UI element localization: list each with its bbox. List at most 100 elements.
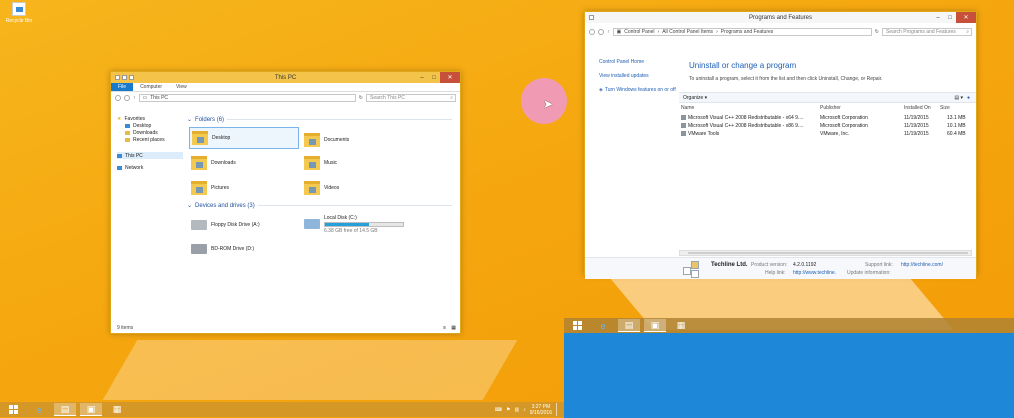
table-row[interactable]: Microsoft Visual C++ 2008 Redistributabl… [679,115,976,123]
up-arrow-icon[interactable]: ↑ [133,95,136,101]
details-support-label: Support link: [865,262,893,268]
flag-icon[interactable]: ⚑ [506,407,510,413]
explorer-window: This PC – □ ✕ File Computer View ↑ ▭ Thi… [110,71,461,334]
tab-file[interactable]: File [111,83,134,91]
folders-group-header[interactable]: ⌄ Folders (6) [187,116,452,123]
folder-item[interactable]: Downloads [191,152,236,174]
back-arrow-icon[interactable] [115,95,121,101]
drive-space-text: 6.38 GB free of 14.5 GB [324,227,378,234]
drive-item-floppy[interactable]: Floppy Disk Drive (A:) [191,214,260,236]
column-publisher[interactable]: Publisher [820,105,841,111]
control-panel-taskbar-icon[interactable]: ▣ [644,319,666,332]
programs-taskbar-icon[interactable]: ▦ [670,319,692,332]
maximize-button[interactable]: □ [428,72,440,83]
collapse-arrow-icon: ⌄ [187,117,193,123]
nav-desktop[interactable]: Desktop [117,122,183,129]
properties-icon[interactable] [122,75,127,80]
breadcrumb[interactable]: ▣ Control Panel › All Control Panel Items… [612,28,872,36]
folder-label: Music [324,160,338,166]
internet-explorer-icon[interactable]: e [28,403,50,416]
forward-arrow-icon[interactable] [598,29,604,35]
details-support-link[interactable]: http://techline.com/ [901,262,943,268]
close-button[interactable]: ✕ [440,72,460,83]
view-options-icon[interactable]: ▤ ▾ [954,95,963,101]
nav-favorites[interactable]: ★ Favorites [117,115,183,122]
drives-group-header[interactable]: ⌄ Devices and drives (3) [187,202,452,209]
nav-downloads[interactable]: Downloads [117,129,183,136]
tab-view[interactable]: View [169,83,194,91]
nav-network[interactable]: Network [117,164,183,171]
column-size[interactable]: Size [940,105,950,111]
folder-item[interactable]: Desktop [189,127,299,149]
folder-label: Desktop [212,135,231,141]
back-arrow-icon[interactable] [589,29,595,35]
desktop-icon-label: Recycle Bin [5,18,33,24]
minimize-button[interactable]: – [416,72,428,83]
drive-item-bd-rom[interactable]: BD-ROM Drive (D:) [191,238,254,260]
address-bar[interactable]: ▭ This PC [138,94,356,102]
tab-computer[interactable]: Computer [133,83,169,91]
nav-recent[interactable]: Recent places [117,136,183,143]
organize-button[interactable]: Organize ▾ [683,95,707,101]
drive-label: BD-ROM Drive (D:) [211,246,255,252]
up-arrow-icon[interactable]: ↑ [607,29,610,35]
table-row[interactable]: VMware Tools VMware, Inc. 11/19/2015 60.… [679,131,976,139]
folder-label: Documents [324,137,350,143]
search-input[interactable]: Search Programs and Features ⌕ [882,28,972,36]
show-desktop-button[interactable] [556,403,560,416]
help-icon[interactable]: ● [967,95,976,101]
breadcrumb-item[interactable]: All Control Panel Items [662,29,713,35]
keyboard-icon[interactable]: ⌨ [495,407,502,413]
start-button[interactable] [566,319,588,332]
row-installed: 11/19/2015 [904,131,929,137]
file-explorer-icon[interactable]: ▤ [54,403,76,416]
folder-item[interactable]: Pictures [191,177,229,199]
table-row[interactable]: Microsoft Visual C++ 2008 Redistributabl… [679,123,976,131]
programs-titlebar[interactable]: Programs and Features – □ ✕ [585,12,976,23]
large-icons-view-icon[interactable]: ▦ [451,325,456,331]
forward-arrow-icon[interactable] [124,95,130,101]
close-button[interactable]: ✕ [956,12,976,23]
folder-item[interactable]: Videos [304,177,339,199]
desktop-icon-recycle-bin[interactable]: Recycle Bin [2,2,36,24]
breadcrumb-item[interactable]: Control Panel [624,29,654,35]
network-tray-icon[interactable]: ▥ [515,407,520,413]
start-button[interactable] [2,403,24,416]
horizontal-scrollbar[interactable] [679,250,972,256]
column-name[interactable]: Name [681,105,694,111]
computer-icon [115,75,120,80]
column-installed-on[interactable]: Installed On [904,105,931,111]
breadcrumb-item[interactable]: Programs and Features [721,29,774,35]
explorer-titlebar[interactable]: This PC – □ ✕ [111,72,460,83]
internet-explorer-icon[interactable]: e [592,319,614,332]
new-folder-icon[interactable] [129,75,134,80]
program-icon [681,115,686,121]
clock[interactable]: 3:27 PM 9/16/2016 [530,404,552,416]
minimize-button[interactable]: – [932,12,944,23]
file-explorer-icon[interactable]: ▤ [618,319,640,332]
refresh-icon[interactable]: ↻ [875,29,879,35]
link-windows-features[interactable]: ◈ Turn Windows features on or off [599,87,679,93]
control-panel-taskbar-icon[interactable]: ▣ [80,403,102,416]
nav-label: Recent places [133,136,165,143]
folder-item[interactable]: Documents [304,129,349,151]
details-help-link[interactable]: http://www.techline. [793,270,836,276]
row-size: 10.1 MB [947,123,966,129]
programs-taskbar-icon[interactable]: ▦ [106,403,128,416]
folder-item[interactable]: Music [304,152,337,174]
search-input[interactable]: Search This PC ⌕ [366,94,456,102]
refresh-icon[interactable]: ↻ [359,95,363,101]
nav-this-pc[interactable]: This PC [117,152,183,159]
details-view-icon[interactable]: ≡ [443,325,446,331]
taskbar-right: e ▤ ▣ ▦ [564,318,1014,333]
details-company: Techline Ltd. [711,262,748,268]
maximize-button[interactable]: □ [944,12,956,23]
drive-item-local-disk[interactable]: Local Disk (C:) 6.38 GB free of 14.5 GB [304,210,404,238]
scrollbar-thumb[interactable] [688,252,968,254]
volume-icon[interactable]: ♪ [523,407,526,413]
system-tray: ⌨ ⚑ ▥ ♪ 3:27 PM 9/16/2016 [495,403,564,416]
link-control-panel-home[interactable]: Control Panel Home [599,59,679,65]
group-label: Folders (6) [195,116,225,123]
search-placeholder: Search Programs and Features [886,29,956,35]
link-view-installed-updates[interactable]: View installed updates [599,73,679,79]
